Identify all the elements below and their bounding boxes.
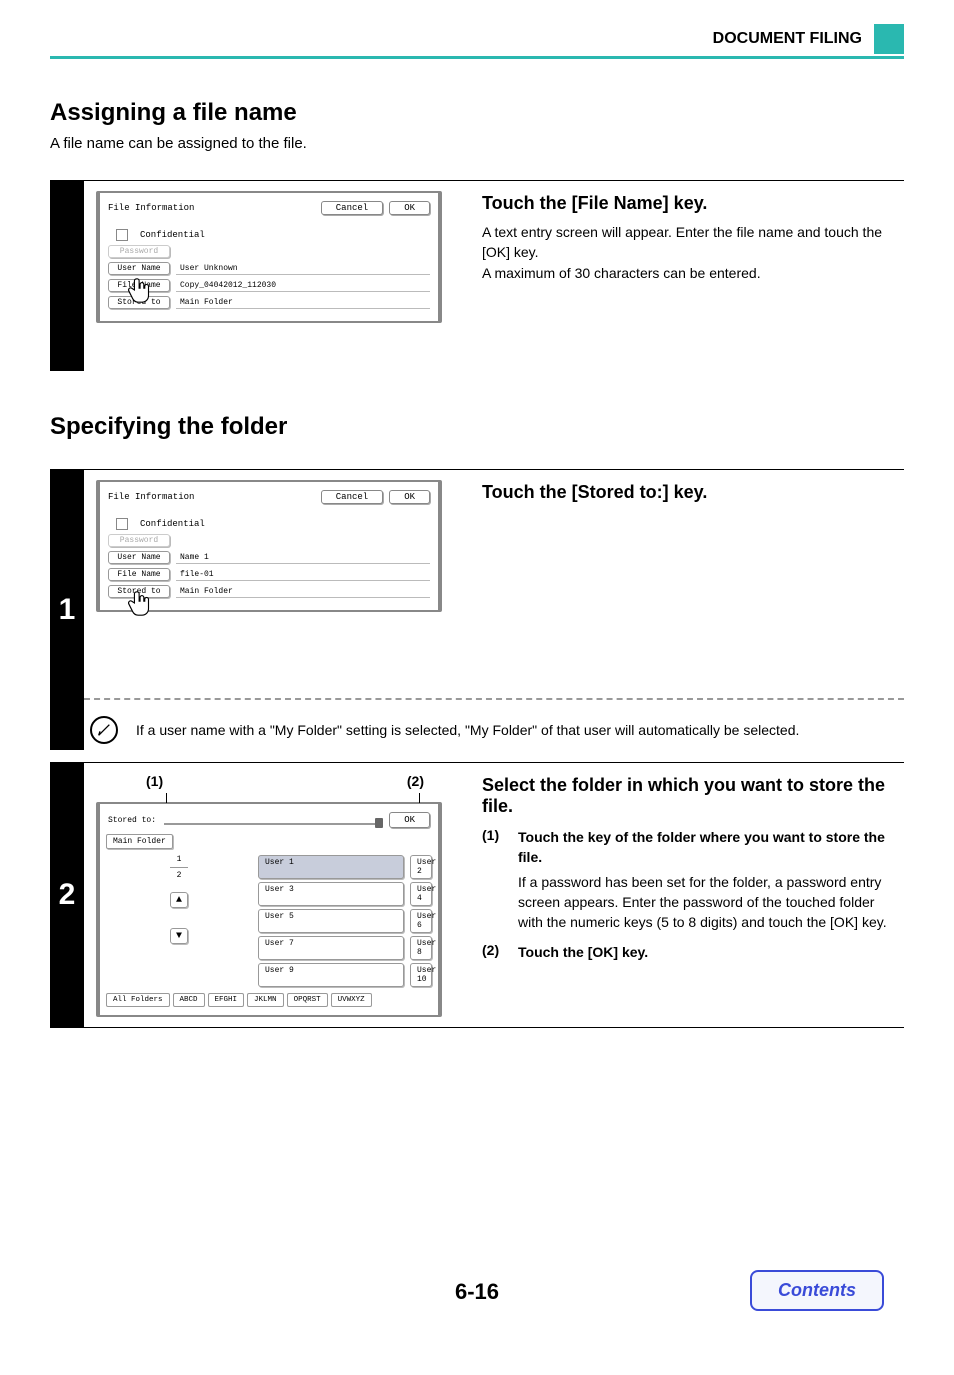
- folder-user-7[interactable]: User 7: [258, 936, 404, 960]
- password-button: Password: [108, 245, 170, 258]
- step-number-2: 2: [50, 763, 84, 1027]
- cancel-button[interactable]: Cancel: [321, 490, 383, 504]
- header-accent-block: [874, 24, 904, 54]
- folder-user-2[interactable]: User 2: [410, 855, 432, 879]
- scroll-down-button[interactable]: ▼: [170, 928, 188, 944]
- ok-button[interactable]: OK: [389, 490, 430, 504]
- cancel-button[interactable]: Cancel: [321, 201, 383, 215]
- slider[interactable]: [164, 819, 381, 821]
- step-instruction-body1: A text entry screen will appear. Enter t…: [482, 222, 896, 263]
- tab-all-folders[interactable]: All Folders: [106, 993, 170, 1007]
- tab-efghi[interactable]: EFGHI: [208, 993, 245, 1007]
- tab-opqrst[interactable]: OPQRST: [287, 993, 328, 1007]
- document-header: DOCUMENT FILING: [50, 30, 874, 48]
- confidential-checkbox[interactable]: [116, 518, 128, 530]
- folder-user-9[interactable]: User 9: [258, 963, 404, 987]
- confidential-checkbox[interactable]: [116, 229, 128, 241]
- step-instruction-body2: A maximum of 30 characters can be entere…: [482, 263, 896, 283]
- step2-instruction-title: Select the folder in which you want to s…: [482, 775, 896, 817]
- section-title-specifying: Specifying the folder: [50, 413, 904, 441]
- filename-value: file-01: [176, 569, 430, 581]
- step-instruction-title: Touch the [File Name] key.: [482, 193, 896, 214]
- confidential-label: Confidential: [140, 230, 205, 240]
- callout-1: (1): [146, 773, 163, 789]
- folder-user-5[interactable]: User 5: [258, 909, 404, 933]
- username-button[interactable]: User Name: [108, 262, 170, 275]
- ok-button[interactable]: OK: [389, 201, 430, 215]
- username-value: User Unknown: [176, 263, 430, 275]
- sub2-marker: (2): [482, 942, 510, 962]
- panel-title: File Information: [108, 203, 194, 213]
- step1-instruction-title: Touch the [Stored to:] key.: [482, 482, 896, 503]
- page-current: 1: [177, 855, 182, 864]
- folder-user-6[interactable]: User 6: [410, 909, 432, 933]
- panel3-title: Stored to:: [108, 816, 156, 825]
- hand-pointer-icon: [126, 588, 156, 618]
- storedto-value: Main Folder: [176, 586, 430, 598]
- folder-user-1[interactable]: User 1: [258, 855, 404, 879]
- sub2-title: Touch the [OK] key.: [518, 942, 648, 962]
- ok-button[interactable]: OK: [389, 812, 430, 828]
- folder-user-4[interactable]: User 4: [410, 882, 432, 906]
- folder-user-8[interactable]: User 8: [410, 936, 432, 960]
- storedto-value: Main Folder: [176, 297, 430, 309]
- username-value: Name 1: [176, 552, 430, 564]
- scroll-up-button[interactable]: ▲: [170, 892, 188, 908]
- username-button[interactable]: User Name: [108, 551, 170, 564]
- main-folder-button[interactable]: Main Folder: [106, 834, 173, 849]
- folder-user-10[interactable]: User 10: [410, 963, 432, 987]
- contents-button[interactable]: Contents: [750, 1270, 884, 1311]
- header-rule: [50, 56, 904, 59]
- step-sidebar: [50, 181, 84, 371]
- step-number-1: 1: [50, 470, 84, 750]
- section-lead-assigning: A file name can be assigned to the file.: [50, 135, 904, 152]
- page-total: 2: [177, 871, 182, 880]
- file-info-panel: File Information Cancel OK Confidential …: [96, 191, 442, 323]
- stored-to-panel: Stored to: OK Main Folder User 1 User 2 …: [96, 802, 442, 1017]
- tab-abcd[interactable]: ABCD: [173, 993, 205, 1007]
- tab-uvwxyz[interactable]: UVWXYZ: [331, 993, 372, 1007]
- folder-user-3[interactable]: User 3: [258, 882, 404, 906]
- note-icon: [90, 716, 118, 744]
- password-button: Password: [108, 534, 170, 547]
- section-title-assigning: Assigning a file name: [50, 99, 904, 127]
- sub1-marker: (1): [482, 827, 510, 932]
- hand-pointer-icon: [126, 275, 156, 305]
- filename-value: Copy_04042012_112030: [176, 280, 430, 292]
- confidential-label: Confidential: [140, 519, 205, 529]
- tab-jklmn[interactable]: JKLMN: [247, 993, 284, 1007]
- file-info-panel-2: File Information Cancel OK Confidential …: [96, 480, 442, 612]
- note-text: If a user name with a "My Folder" settin…: [136, 722, 799, 738]
- sub1-detail: If a password has been set for the folde…: [518, 872, 896, 933]
- callout-2: (2): [407, 773, 424, 789]
- filename-button[interactable]: File Name: [108, 568, 170, 581]
- panel-title: File Information: [108, 492, 194, 502]
- sub1-title: Touch the key of the folder where you wa…: [518, 827, 896, 868]
